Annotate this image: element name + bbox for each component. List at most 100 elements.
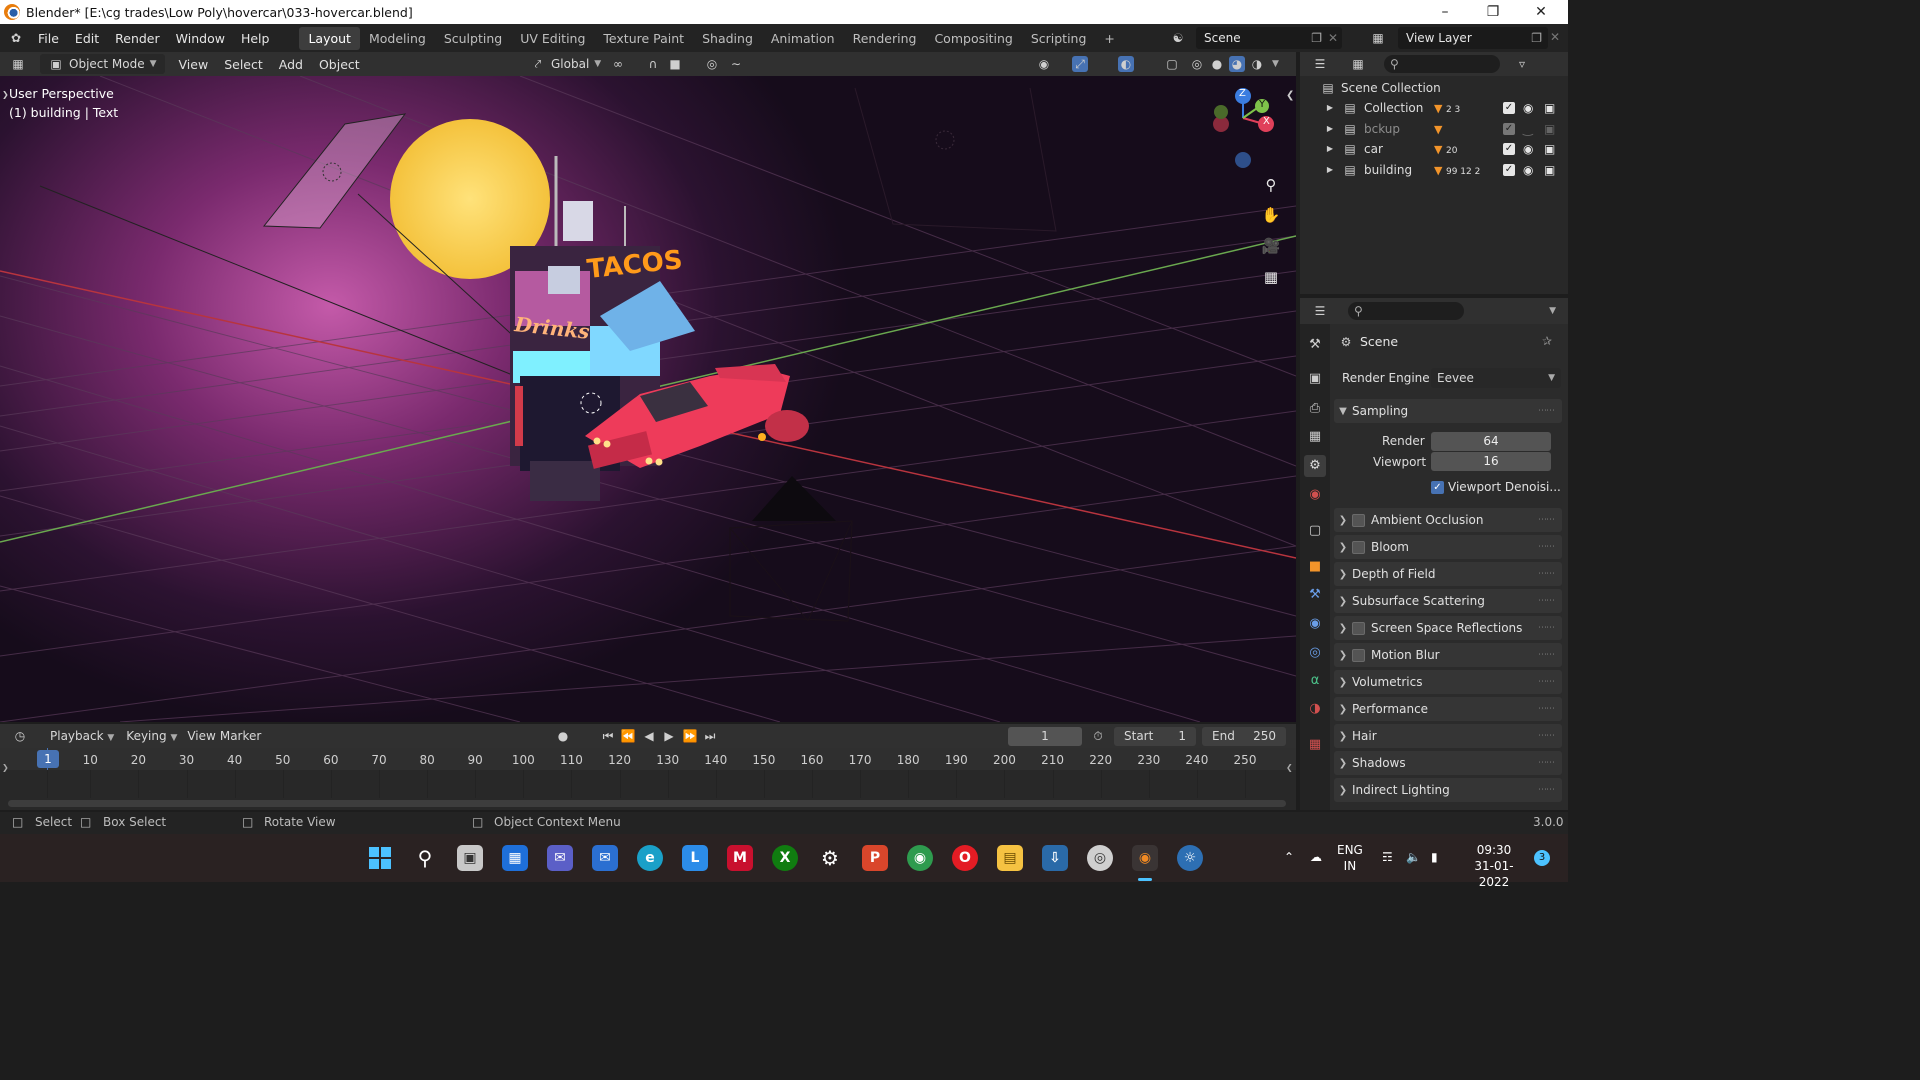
pin-icon[interactable]: ✰: [1542, 334, 1552, 348]
notification-badge[interactable]: 3: [1534, 850, 1550, 866]
outliner-row-collection[interactable]: ▶ ▤ Collection ▼ 2 3 ✓ ◉ ▣: [1300, 98, 1568, 118]
xray-toggle-icon[interactable]: ▢: [1164, 56, 1180, 72]
input-language[interactable]: ENG IN: [1337, 842, 1363, 874]
panel-enable-checkbox[interactable]: [1352, 648, 1365, 662]
properties-editor-icon[interactable]: ☰: [1312, 303, 1328, 319]
exclude-checkbox[interactable]: ✓: [1503, 143, 1515, 155]
collection-tab-icon[interactable]: ▢: [1304, 520, 1326, 542]
timeline-body[interactable]: 10 20 30 40 50 60 70 80 90 100 110 120 130 140 150 160 1…: [0, 748, 1296, 810]
windows-start-icon[interactable]: [367, 845, 393, 871]
tab-rendering[interactable]: Rendering: [844, 27, 926, 50]
panel-motion-blur[interactable]: ❯ Motion Blur ⋯⋯: [1334, 643, 1562, 667]
menu-view[interactable]: View: [171, 57, 217, 72]
chrome-icon[interactable]: ◉: [907, 845, 933, 871]
modifier-tab-icon[interactable]: ⚒: [1304, 584, 1326, 606]
menu-marker[interactable]: Marker: [220, 729, 261, 743]
teams-chat-icon[interactable]: ✉: [547, 845, 573, 871]
physics-tab-icon[interactable]: ◎: [1304, 642, 1326, 664]
panel-enable-checkbox[interactable]: [1352, 540, 1365, 554]
panel-subsurface-scattering[interactable]: ❯ Subsurface Scattering ⋯⋯: [1334, 589, 1562, 613]
battery-icon[interactable]: ▮: [1431, 849, 1438, 865]
tray-onedrive-icon[interactable]: ☁: [1310, 849, 1322, 865]
drag-handle-icon[interactable]: ⋯⋯: [1538, 677, 1555, 687]
snap-target-icon[interactable]: ■: [667, 56, 683, 72]
sidebar-toggle-chevron-icon[interactable]: ❮: [1286, 90, 1294, 101]
add-workspace-button[interactable]: +: [1095, 27, 1123, 50]
menu-playback[interactable]: Playback ▼: [46, 729, 118, 743]
tab-sculpting[interactable]: Sculpting: [435, 27, 511, 50]
panel-indirect-lighting[interactable]: ❯ Indirect Lighting ⋯⋯: [1334, 778, 1562, 802]
task-view-icon[interactable]: ▣: [457, 845, 483, 871]
timeline-right-chevron-icon[interactable]: ❮: [1286, 763, 1293, 772]
delete-scene-icon[interactable]: ✕: [1328, 31, 1338, 45]
volume-icon[interactable]: 🔈: [1406, 849, 1421, 865]
panel-sampling-header[interactable]: ▼ Sampling ⋯⋯: [1334, 399, 1562, 423]
scene-selector-icon[interactable]: ☯: [1170, 30, 1186, 46]
expand-chevron-icon[interactable]: ▶: [1322, 162, 1338, 178]
close-button[interactable]: ✕: [1518, 0, 1564, 24]
3d-viewport[interactable]: TACOS Drinks User Perspective (1) buildi…: [0, 76, 1296, 722]
menu-keying[interactable]: Keying ▼: [122, 729, 181, 743]
texture-tab-icon[interactable]: ▦: [1304, 734, 1326, 756]
tab-animation[interactable]: Animation: [762, 27, 844, 50]
panel-hair[interactable]: ❯ Hair ⋯⋯: [1334, 724, 1562, 748]
drag-handle-icon[interactable]: ⋯⋯: [1538, 623, 1555, 633]
preview-range-icon[interactable]: ⏱: [1090, 728, 1106, 744]
exclude-checkbox[interactable]: ✓: [1503, 164, 1515, 176]
copy-view-layer-icon[interactable]: ❐: [1531, 31, 1542, 45]
drag-handle-icon[interactable]: ⋯⋯: [1538, 731, 1555, 741]
shading-options-chevron-icon[interactable]: ▼: [1272, 59, 1279, 69]
view-layer-tab-icon[interactable]: ▦: [1304, 426, 1326, 448]
drag-handle-icon[interactable]: ⋯⋯: [1538, 542, 1555, 552]
menu-timeline-view[interactable]: View: [187, 729, 215, 743]
tab-texture-paint[interactable]: Texture Paint: [594, 27, 693, 50]
tool-tab-icon[interactable]: ⚒: [1304, 334, 1326, 356]
expand-chevron-icon[interactable]: ▶: [1322, 121, 1338, 137]
object-tab-icon[interactable]: ■: [1304, 556, 1326, 578]
drag-handle-icon[interactable]: ⋯⋯: [1538, 758, 1555, 768]
viewport-samples-field[interactable]: 16: [1431, 452, 1551, 471]
filter-icon[interactable]: ▿: [1514, 56, 1530, 72]
opera-icon[interactable]: O: [952, 845, 978, 871]
outliner-row-building[interactable]: ▶ ▤ building ▼ 99 12 2 ✓ ◉ ▣: [1300, 160, 1568, 180]
render-samples-field[interactable]: 64: [1431, 432, 1551, 451]
blender-taskbar-icon[interactable]: ◉: [1132, 845, 1158, 871]
widgets-icon[interactable]: ▦: [502, 845, 528, 871]
panel-enable-checkbox[interactable]: [1352, 621, 1365, 635]
particles-tab-icon[interactable]: ◉: [1304, 613, 1326, 635]
orientation-dropdown[interactable]: ⤤ Global ▼: [522, 54, 609, 74]
drag-handle-icon[interactable]: ⋯⋯: [1538, 704, 1555, 714]
drag-handle-icon[interactable]: ⋯⋯: [1538, 596, 1555, 606]
media-app-icon[interactable]: ◎: [1087, 845, 1113, 871]
view-layer-icon[interactable]: ▦: [1370, 30, 1386, 46]
render-tab-icon[interactable]: ▣: [1304, 368, 1326, 390]
browser-app-icon[interactable]: ☼: [1177, 845, 1203, 871]
file-explorer-icon[interactable]: ▤: [997, 845, 1023, 871]
tab-layout[interactable]: Layout: [299, 26, 360, 50]
jump-to-start-icon[interactable]: ⏮: [600, 728, 616, 744]
camera-view-icon[interactable]: 🎥: [1258, 233, 1284, 259]
current-frame-field[interactable]: 1: [1008, 726, 1082, 746]
panel-shadows[interactable]: ❯ Shadows ⋯⋯: [1334, 751, 1562, 775]
drag-handle-icon[interactable]: ⋯⋯: [1538, 569, 1555, 579]
rendered-shading-icon[interactable]: ◑: [1249, 56, 1265, 72]
properties-options-chevron-icon[interactable]: ▼: [1549, 306, 1556, 316]
visibility-icon[interactable]: ◉: [1036, 56, 1052, 72]
jump-to-keyframe-back-icon[interactable]: ⏪: [620, 728, 636, 744]
blender-menu-icon[interactable]: ✿: [8, 30, 24, 46]
editor-type-icon[interactable]: ▦: [10, 56, 26, 72]
expand-chevron-icon[interactable]: ▶: [1322, 100, 1338, 116]
menu-add[interactable]: Add: [271, 57, 311, 72]
eye-icon[interactable]: ◉: [1523, 101, 1533, 115]
copy-scene-icon[interactable]: ❐: [1311, 31, 1322, 45]
minimize-button[interactable]: –: [1422, 0, 1468, 24]
solid-shading-icon[interactable]: ●: [1209, 56, 1225, 72]
mode-dropdown[interactable]: ▣ Object Mode ▼: [40, 54, 165, 74]
viewport-denoising-checkbox[interactable]: ✓: [1431, 481, 1444, 494]
menu-select[interactable]: Select: [216, 57, 271, 72]
outliner-search-input[interactable]: ⚲: [1384, 55, 1500, 73]
presentation-app-icon[interactable]: P: [862, 845, 888, 871]
tab-compositing[interactable]: Compositing: [925, 27, 1021, 50]
gizmo-toggle-icon[interactable]: ⤢: [1072, 56, 1088, 72]
panel-performance[interactable]: ❯ Performance ⋯⋯: [1334, 697, 1562, 721]
